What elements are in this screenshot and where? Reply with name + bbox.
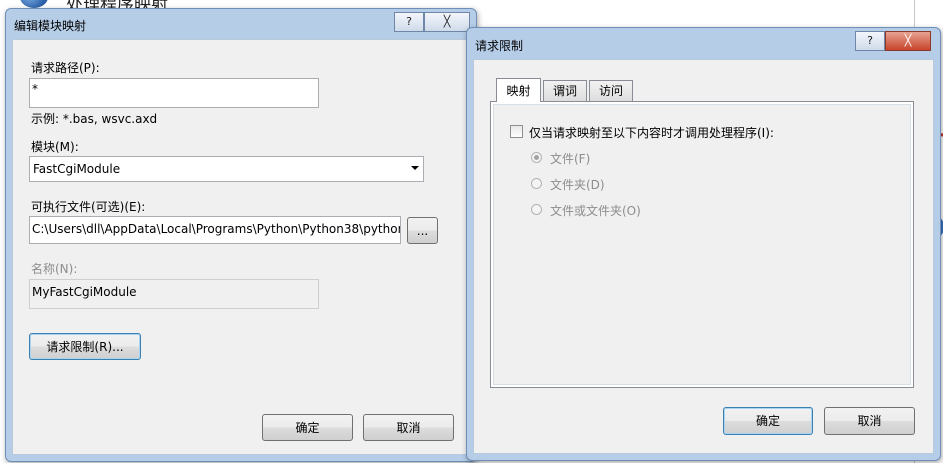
dialog-client: 请求路径(P): * 示例: *.bas, wsvc.axd 模块(M): Fa… bbox=[12, 39, 470, 455]
radio-file-or-folder-label: 文件或文件夹(O) bbox=[550, 204, 641, 218]
module-select[interactable]: FastCgiModule bbox=[29, 156, 424, 182]
globe-icon bbox=[20, 0, 48, 8]
tab-panel: 仅当请求映射至以下内容时才调用处理程序(I): 文件(F) 文件夹(D) 文件或… bbox=[490, 101, 914, 388]
request-path-label: 请求路径(P): bbox=[31, 61, 100, 75]
dialog-title: 编辑模块映射 bbox=[14, 19, 87, 33]
invoke-checkbox-label: 仅当请求映射至以下内容时才调用处理程序(I): bbox=[529, 126, 774, 140]
cancel-button[interactable]: 取消 bbox=[363, 414, 454, 441]
tab-panel-inner: 仅当请求映射至以下内容时才调用处理程序(I): 文件(F) 文件夹(D) 文件或… bbox=[493, 104, 911, 385]
module-label: 模块(M): bbox=[31, 140, 79, 154]
browse-button[interactable]: ... bbox=[407, 217, 438, 244]
request-restrictions-button[interactable]: 请求限制(R)... bbox=[29, 333, 141, 360]
invoke-checkbox[interactable] bbox=[510, 125, 523, 138]
radio-file-or-folder bbox=[531, 204, 542, 215]
tab-access[interactable]: 访问 bbox=[589, 80, 633, 102]
radio-file bbox=[531, 152, 542, 163]
radio-folder bbox=[531, 178, 542, 189]
name-label: 名称(N): bbox=[31, 262, 78, 276]
help-button[interactable]: ? bbox=[855, 31, 885, 51]
radio-folder-label: 文件夹(D) bbox=[550, 178, 605, 192]
close-button[interactable]: ╳ bbox=[424, 12, 470, 32]
module-select-value: FastCgiModule bbox=[33, 162, 121, 176]
edit-module-mapping-dialog: 编辑模块映射 ? ╳ 请求路径(P): * 示例: *.bas, wsvc.ax… bbox=[5, 8, 477, 462]
name-input: MyFastCgiModule bbox=[29, 279, 319, 309]
cancel-button[interactable]: 取消 bbox=[824, 407, 915, 435]
tab-verbs[interactable]: 谓词 bbox=[543, 80, 587, 102]
executable-input[interactable]: C:\Users\dll\AppData\Local\Programs\Pyth… bbox=[29, 216, 401, 244]
radio-file-label: 文件(F) bbox=[550, 152, 591, 166]
close-button[interactable]: ╳ bbox=[885, 31, 931, 51]
executable-label: 可执行文件(可选)(E): bbox=[31, 200, 146, 214]
tab-mapping[interactable]: 映射 bbox=[496, 78, 541, 102]
dialog-title: 请求限制 bbox=[475, 39, 524, 53]
dialog-titlebar: 请求限制 ? ╳ bbox=[467, 28, 940, 56]
request-restrictions-dialog: 请求限制 ? ╳ 映射 谓词 访问 仅当请求映射至以下内容时才调用处理程序(I)… bbox=[466, 27, 941, 461]
ok-button[interactable]: 确定 bbox=[262, 414, 353, 441]
dialog-client: 映射 谓词 访问 仅当请求映射至以下内容时才调用处理程序(I): 文件(F) 文… bbox=[473, 59, 934, 454]
request-path-input[interactable]: * bbox=[29, 78, 319, 108]
chevron-down-icon bbox=[411, 166, 419, 170]
dialog-titlebar: 编辑模块映射 ? ╳ bbox=[6, 9, 476, 37]
example-text: 示例: *.bas, wsvc.axd bbox=[31, 112, 158, 126]
help-button[interactable]: ? bbox=[394, 12, 424, 32]
ok-button[interactable]: 确定 bbox=[723, 407, 813, 435]
